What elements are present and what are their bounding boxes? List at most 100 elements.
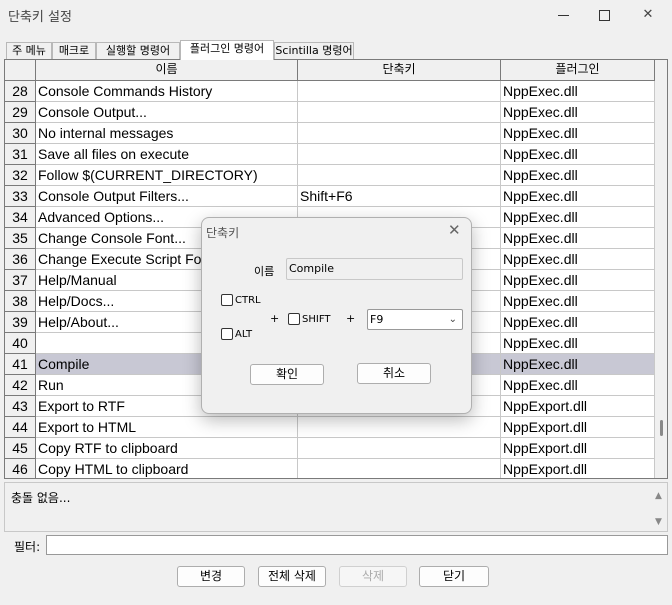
scrollbar-thumb[interactable]	[660, 420, 663, 436]
cell-plugin: NppExec.dll	[501, 291, 655, 312]
plus-sign: +	[346, 312, 356, 325]
conflict-message: 충돌 없음...	[11, 491, 71, 505]
row-number: 45	[5, 438, 36, 459]
delete-button[interactable]: 삭제	[339, 566, 407, 587]
chevron-down-icon: ⌄	[448, 314, 457, 325]
filter-label: 필터:	[14, 540, 41, 554]
cell-shortcut	[298, 417, 501, 438]
cell-plugin: NppExec.dll	[501, 249, 655, 270]
row-number: 35	[5, 228, 36, 249]
modify-button[interactable]: 변경	[177, 566, 245, 587]
minimize-icon[interactable]	[544, 4, 584, 26]
filter-input[interactable]	[46, 535, 668, 555]
tab-scintilla-commands[interactable]: Scintilla 명령어	[274, 42, 354, 59]
cell-plugin: NppExec.dll	[501, 186, 655, 207]
row-number: 42	[5, 375, 36, 396]
window-title: 단축키 설정	[8, 10, 72, 25]
table-row[interactable]: 45 Copy RTF to clipboard NppExport.dll	[5, 438, 655, 459]
cell-name: Copy RTF to clipboard	[36, 438, 298, 459]
cell-name: Console Commands History	[36, 81, 298, 102]
row-number: 28	[5, 81, 36, 102]
row-number: 41	[5, 354, 36, 375]
row-number: 31	[5, 144, 36, 165]
row-number: 44	[5, 417, 36, 438]
cell-plugin: NppExport.dll	[501, 417, 655, 438]
tab-run-commands[interactable]: 실행할 명령어	[96, 42, 180, 59]
conflict-info-box: 충돌 없음... ▲ ▼	[4, 482, 668, 532]
close-icon[interactable]: ✕	[628, 4, 668, 26]
row-number: 36	[5, 249, 36, 270]
cell-name: Save all files on execute	[36, 144, 298, 165]
tab-macros[interactable]: 매크로	[52, 42, 96, 59]
cell-shortcut	[298, 81, 501, 102]
table-row[interactable]: 29 Console Output... NppExec.dll	[5, 102, 655, 123]
row-number: 33	[5, 186, 36, 207]
cell-plugin: NppExec.dll	[501, 375, 655, 396]
table-row[interactable]: 28 Console Commands History NppExec.dll	[5, 81, 655, 102]
cell-plugin: NppExec.dll	[501, 165, 655, 186]
ok-button[interactable]: 확인	[250, 364, 324, 385]
table-row[interactable]: 46 Copy HTML to clipboard NppExport.dll	[5, 459, 655, 478]
cell-name: Console Output Filters...	[36, 186, 298, 207]
table-row[interactable]: 30 No internal messages NppExec.dll	[5, 123, 655, 144]
cell-plugin: NppExec.dll	[501, 354, 655, 375]
cell-name: Copy HTML to clipboard	[36, 459, 298, 478]
title-bar: 단축키 설정 ✕	[0, 0, 672, 30]
row-number: 30	[5, 123, 36, 144]
row-number: 40	[5, 333, 36, 354]
cell-name: No internal messages	[36, 123, 298, 144]
cell-plugin: NppExec.dll	[501, 228, 655, 249]
row-number: 29	[5, 102, 36, 123]
scroll-down-icon[interactable]: ▼	[655, 517, 662, 527]
tab-plugin-commands[interactable]: 플러그인 명령어	[180, 40, 274, 60]
row-number: 37	[5, 270, 36, 291]
table-scrollbar[interactable]	[655, 60, 667, 478]
column-header-plugin[interactable]: 플러그인	[501, 60, 655, 81]
cell-shortcut	[298, 102, 501, 123]
cell-plugin: NppExec.dll	[501, 144, 655, 165]
cell-shortcut: Shift+F6	[298, 186, 501, 207]
row-number: 38	[5, 291, 36, 312]
maximize-icon[interactable]	[584, 4, 624, 26]
row-number: 34	[5, 207, 36, 228]
dialog-close-icon[interactable]: ✕	[448, 221, 461, 239]
shift-label: SHIFT	[302, 314, 331, 325]
cell-plugin: NppExport.dll	[501, 438, 655, 459]
clear-all-button[interactable]: 전체 삭제	[258, 566, 326, 587]
cell-name: Follow $(CURRENT_DIRECTORY)	[36, 165, 298, 186]
table-row[interactable]: 31 Save all files on execute NppExec.dll	[5, 144, 655, 165]
cell-plugin: NppExec.dll	[501, 312, 655, 333]
cell-plugin: NppExec.dll	[501, 207, 655, 228]
key-value: F9	[370, 313, 384, 326]
tab-main-menu[interactable]: 주 메뉴	[6, 42, 52, 59]
cell-shortcut	[298, 459, 501, 478]
cell-plugin: NppExec.dll	[501, 123, 655, 144]
table-row[interactable]: 32 Follow $(CURRENT_DIRECTORY) NppExec.d…	[5, 165, 655, 186]
cell-shortcut	[298, 123, 501, 144]
cancel-button[interactable]: 취소	[357, 363, 431, 384]
table-row[interactable]: 33 Console Output Filters... Shift+F6 Np…	[5, 186, 655, 207]
dialog-title: 단축키	[206, 226, 240, 240]
shortcut-dialog: 단축키 ✕ 이름 Compile CTRL ALT + SHIFT + F9 ⌄…	[201, 217, 472, 414]
column-header-name[interactable]: 이름	[36, 60, 298, 81]
close-button[interactable]: 닫기	[419, 566, 489, 587]
name-label: 이름	[254, 265, 275, 278]
corner-header	[5, 60, 36, 81]
column-header-shortcut[interactable]: 단축키	[298, 60, 501, 81]
row-number: 46	[5, 459, 36, 478]
alt-checkbox[interactable]	[221, 328, 233, 340]
shift-checkbox[interactable]	[288, 313, 300, 325]
scroll-up-icon[interactable]: ▲	[655, 491, 662, 501]
key-select[interactable]: F9 ⌄	[367, 309, 463, 330]
name-field[interactable]: Compile	[286, 258, 463, 280]
alt-label: ALT	[235, 329, 253, 340]
plus-sign: +	[270, 312, 280, 325]
cell-plugin: NppExec.dll	[501, 81, 655, 102]
cell-plugin: NppExport.dll	[501, 396, 655, 417]
cell-plugin: NppExport.dll	[501, 459, 655, 478]
cell-plugin: NppExec.dll	[501, 270, 655, 291]
ctrl-checkbox[interactable]	[221, 294, 233, 306]
table-row[interactable]: 44 Export to HTML NppExport.dll	[5, 417, 655, 438]
cell-name: Console Output...	[36, 102, 298, 123]
row-number: 32	[5, 165, 36, 186]
